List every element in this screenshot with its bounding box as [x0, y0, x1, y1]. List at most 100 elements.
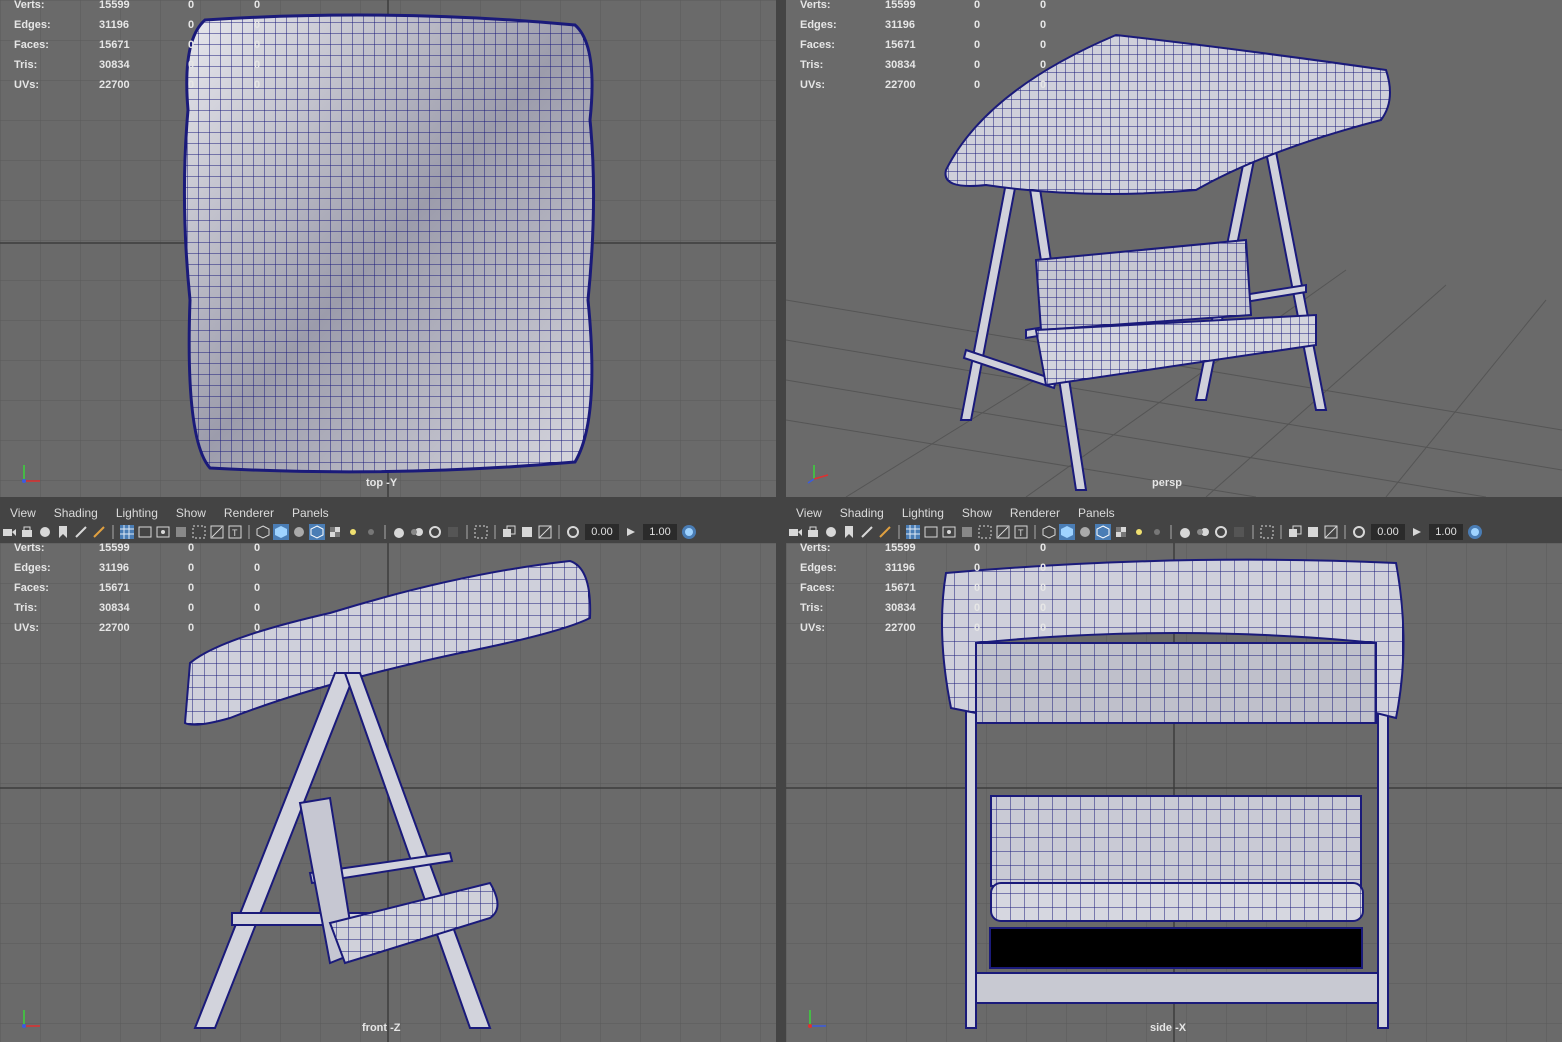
menu-lighting[interactable]: Lighting — [902, 506, 944, 520]
xray-active-components-icon[interactable] — [519, 524, 535, 540]
menu-shading[interactable]: Shading — [54, 506, 98, 520]
toolbar-separator — [494, 525, 496, 539]
gamma-field[interactable]: 1.00 — [1429, 524, 1463, 540]
stats-hud-top: Verts: 15599 0 0 Edges: 31196 0 0 Faces: 15671 0… — [14, 0, 261, 91]
multisample-aa-icon[interactable] — [427, 524, 443, 540]
image-plane-icon[interactable] — [73, 524, 89, 540]
exposure-icon[interactable] — [1351, 524, 1367, 540]
shadows-icon[interactable] — [363, 524, 379, 540]
svg-text:T: T — [1018, 528, 1024, 538]
viewport-front[interactable]: Verts: 15599 0 0 Edges: 31196 0 0 Faces: 15671 0… — [0, 543, 776, 1042]
motion-blur-icon[interactable] — [409, 524, 425, 540]
screen-space-ao-icon[interactable] — [391, 524, 407, 540]
resolution-gate-icon[interactable] — [941, 524, 957, 540]
camera-label-top: top -Y — [366, 477, 398, 489]
menu-view[interactable]: View — [10, 506, 36, 520]
bookmark-icon[interactable] — [55, 524, 71, 540]
menu-show[interactable]: Show — [176, 506, 206, 520]
xray-joints-icon[interactable] — [1323, 524, 1339, 540]
grease-pencil-icon[interactable] — [877, 524, 893, 540]
swing-seat-side[interactable] — [989, 795, 1364, 969]
menu-panels[interactable]: Panels — [1078, 506, 1115, 520]
swing-seat-persp[interactable] — [1034, 238, 1317, 387]
use-all-lights-icon[interactable] — [345, 524, 361, 540]
viewport-splitter-vertical[interactable] — [776, 0, 786, 1042]
axis-gizmo-icon — [807, 465, 829, 484]
smooth-shade-icon[interactable] — [1059, 524, 1075, 540]
depth-of-field-icon[interactable] — [445, 524, 461, 540]
image-plane-icon[interactable] — [859, 524, 875, 540]
color-management-icon[interactable] — [1467, 524, 1483, 540]
menu-panels[interactable]: Panels — [292, 506, 329, 520]
gate-mask-icon[interactable] — [959, 524, 975, 540]
isolate-select-icon[interactable] — [1259, 524, 1275, 540]
wireframe-on-shaded-icon[interactable] — [309, 524, 325, 540]
default-material-icon[interactable] — [291, 524, 307, 540]
isolate-select-icon[interactable] — [473, 524, 489, 540]
safe-title-icon[interactable]: T — [1013, 524, 1029, 540]
stats-hud-front: Verts: 15599 0 0 Edges: 31196 0 0 Faces: 15671 0… — [14, 543, 261, 634]
grease-pencil-icon[interactable] — [91, 524, 107, 540]
xray-icon[interactable] — [501, 524, 517, 540]
exposure-field[interactable]: 0.00 — [585, 524, 619, 540]
exposure-icon[interactable] — [565, 524, 581, 540]
axis-gizmo-icon — [22, 465, 40, 483]
motion-blur-icon[interactable] — [1195, 524, 1211, 540]
grid-toggle-icon[interactable] — [905, 524, 921, 540]
multisample-aa-icon[interactable] — [1213, 524, 1229, 540]
viewport-side[interactable]: Verts: 15599 0 0 Edges: 31196 0 0 Faces: 15671 0… — [786, 543, 1562, 1042]
resolution-gate-icon[interactable] — [155, 524, 171, 540]
shadows-icon[interactable] — [1149, 524, 1165, 540]
bookmark-icon[interactable] — [841, 524, 857, 540]
panel-toolbar-left: T 0.00 1.00 — [0, 521, 776, 543]
grid-toggle-icon[interactable] — [119, 524, 135, 540]
menu-show[interactable]: Show — [962, 506, 992, 520]
wireframe-icon[interactable] — [255, 524, 271, 540]
viewport-persp[interactable]: Verts: 15599 0 0 Edges: 31196 0 0 Faces: 15671 0… — [786, 0, 1562, 497]
gamma-field[interactable]: 1.00 — [643, 524, 677, 540]
camera-select-icon[interactable] — [787, 524, 803, 540]
safe-action-icon[interactable] — [209, 524, 225, 540]
menu-shading[interactable]: Shading — [840, 506, 884, 520]
default-material-icon[interactable] — [1077, 524, 1093, 540]
textured-icon[interactable] — [1113, 524, 1129, 540]
depth-of-field-icon[interactable] — [1231, 524, 1247, 540]
use-all-lights-icon[interactable] — [1131, 524, 1147, 540]
gate-mask-icon[interactable] — [173, 524, 189, 540]
menu-renderer[interactable]: Renderer — [224, 506, 274, 520]
panel-toolbar-right: T 0.00 1.00 — [786, 521, 1562, 543]
exposure-field[interactable]: 0.00 — [1371, 524, 1405, 540]
textured-icon[interactable] — [327, 524, 343, 540]
field-chart-icon[interactable] — [191, 524, 207, 540]
field-chart-icon[interactable] — [977, 524, 993, 540]
camera-select-icon[interactable] — [1, 524, 17, 540]
color-management-icon[interactable] — [681, 524, 697, 540]
viewport-top[interactable]: Verts: 15599 0 0 Edges: 31196 0 0 Faces: 15671 0… — [0, 0, 776, 497]
smooth-shade-icon[interactable] — [273, 524, 289, 540]
toolbar-separator — [112, 525, 114, 539]
camera-attributes-icon[interactable] — [823, 524, 839, 540]
xray-active-components-icon[interactable] — [1305, 524, 1321, 540]
wireframe-icon[interactable] — [1041, 524, 1057, 540]
xray-joints-icon[interactable] — [537, 524, 553, 540]
gamma-icon[interactable] — [623, 524, 639, 540]
menu-lighting[interactable]: Lighting — [116, 506, 158, 520]
svg-text:T: T — [232, 528, 238, 538]
safe-action-icon[interactable] — [995, 524, 1011, 540]
stats-hud-persp: Verts: 15599 0 0 Edges: 31196 0 0 Faces: 15671 0… — [800, 0, 1047, 91]
safe-title-icon[interactable]: T — [227, 524, 243, 540]
film-gate-icon[interactable] — [137, 524, 153, 540]
menu-view[interactable]: View — [796, 506, 822, 520]
viewport-splitter-horizontal[interactable] — [0, 497, 1562, 503]
screen-space-ao-icon[interactable] — [1177, 524, 1193, 540]
camera-attributes-icon[interactable] — [37, 524, 53, 540]
gamma-icon[interactable] — [1409, 524, 1425, 540]
film-gate-icon[interactable] — [923, 524, 939, 540]
camera-lock-icon[interactable] — [19, 524, 35, 540]
toolbar-separator — [1034, 525, 1036, 539]
camera-lock-icon[interactable] — [805, 524, 821, 540]
wireframe-on-shaded-icon[interactable] — [1095, 524, 1111, 540]
xray-icon[interactable] — [1287, 524, 1303, 540]
menu-renderer[interactable]: Renderer — [1010, 506, 1060, 520]
axis-gizmo-icon — [808, 1010, 826, 1028]
